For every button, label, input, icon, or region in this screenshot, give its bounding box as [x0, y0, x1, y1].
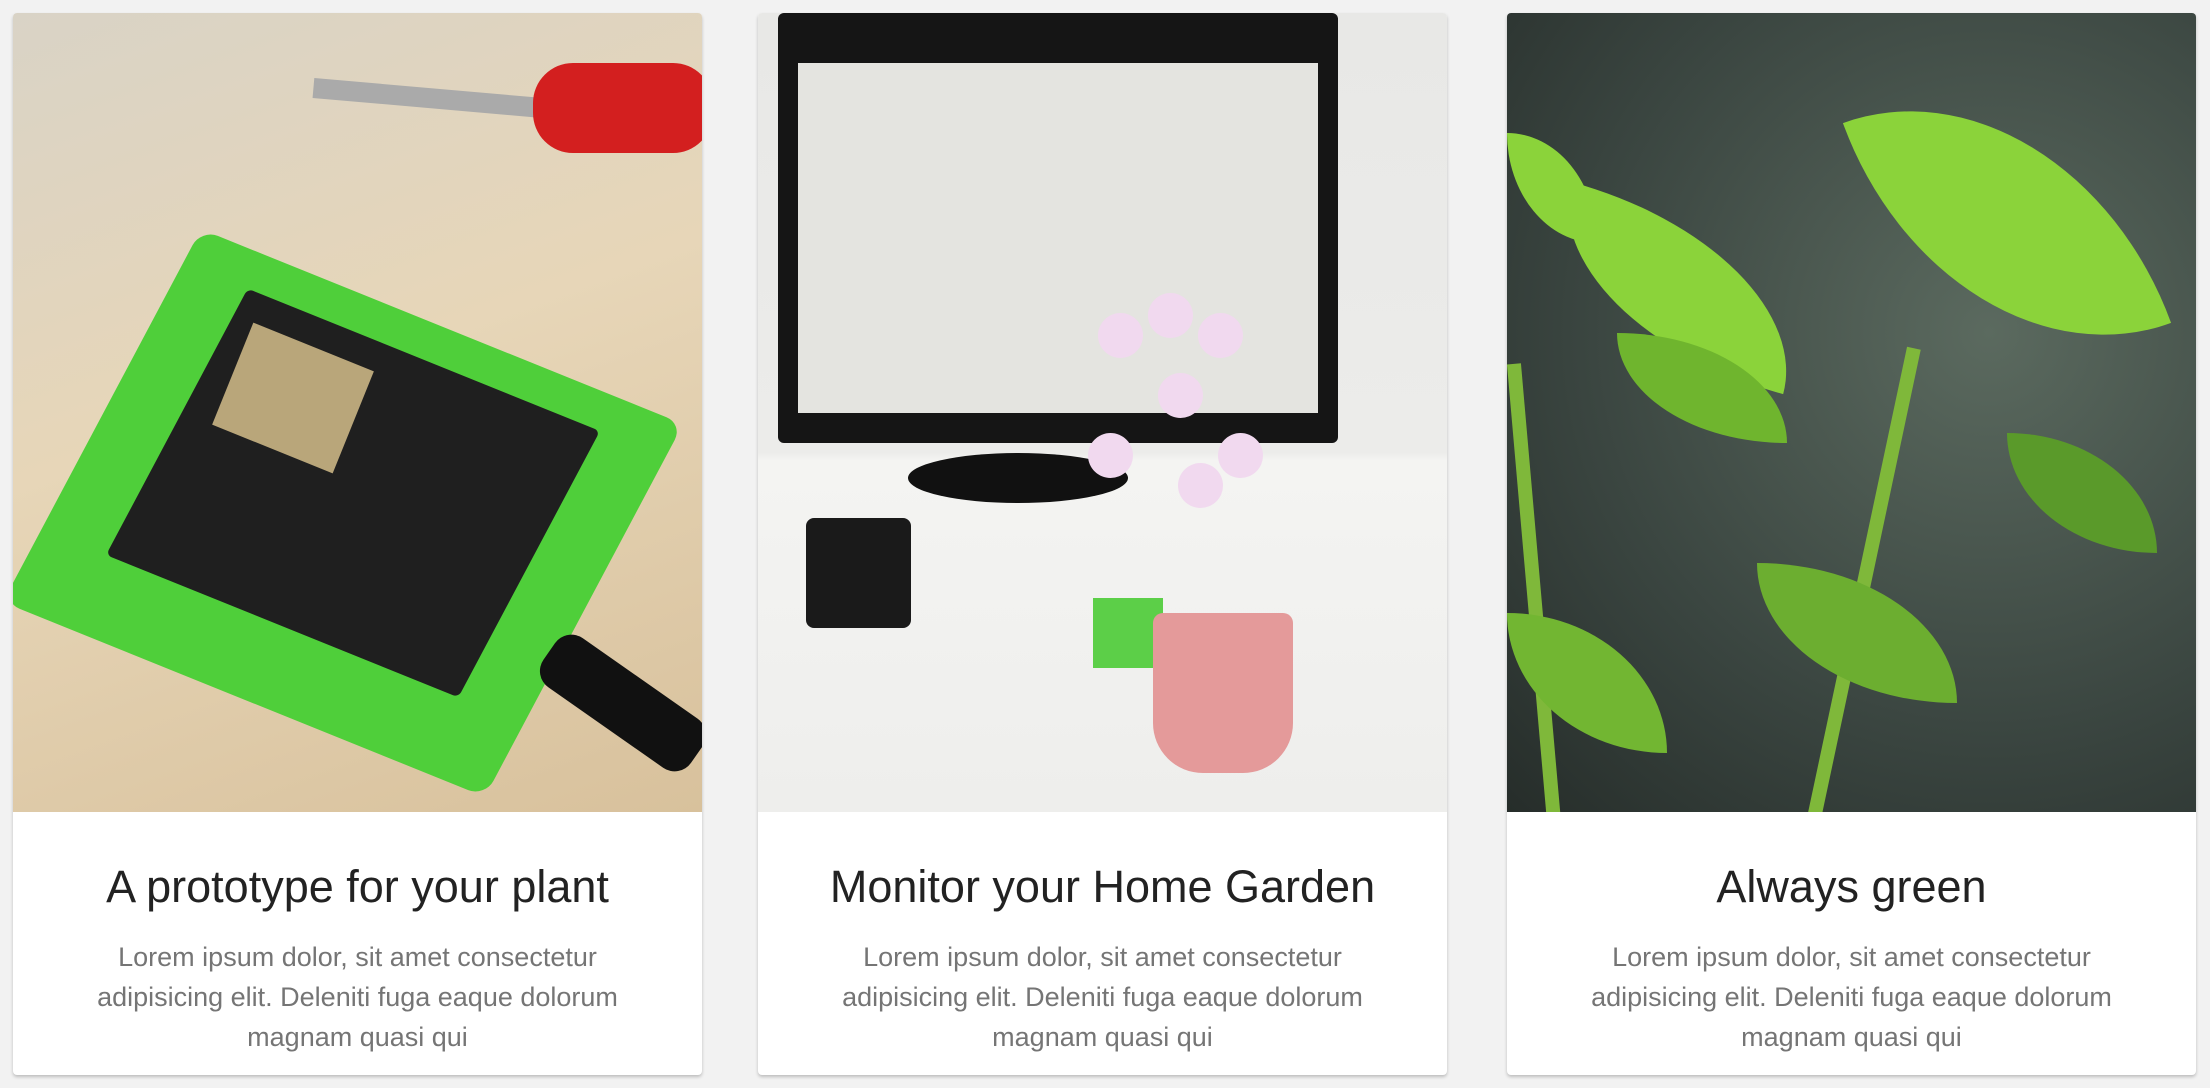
basil-photo [1507, 13, 2196, 812]
feature-card-always-green: Always green Lorem ipsum dolor, sit amet… [1507, 13, 2196, 1075]
card-description: Lorem ipsum dolor, sit amet consectetur … [1591, 942, 2112, 1052]
card-title: Always green [1716, 861, 1987, 912]
card-description: Lorem ipsum dolor, sit amet consectetur … [97, 942, 618, 1052]
feature-card-monitor: Monitor your Home Garden Lorem ipsum dol… [758, 13, 1447, 1075]
card-description: Lorem ipsum dolor, sit amet consectetur … [842, 942, 1363, 1052]
monitor-photo [758, 13, 1447, 812]
feature-card-prototype: A prototype for your plant Lorem ipsum d… [13, 13, 702, 1075]
card-title: A prototype for your plant [106, 861, 609, 912]
card-title: Monitor your Home Garden [829, 861, 1376, 912]
prototype-photo [13, 13, 702, 812]
